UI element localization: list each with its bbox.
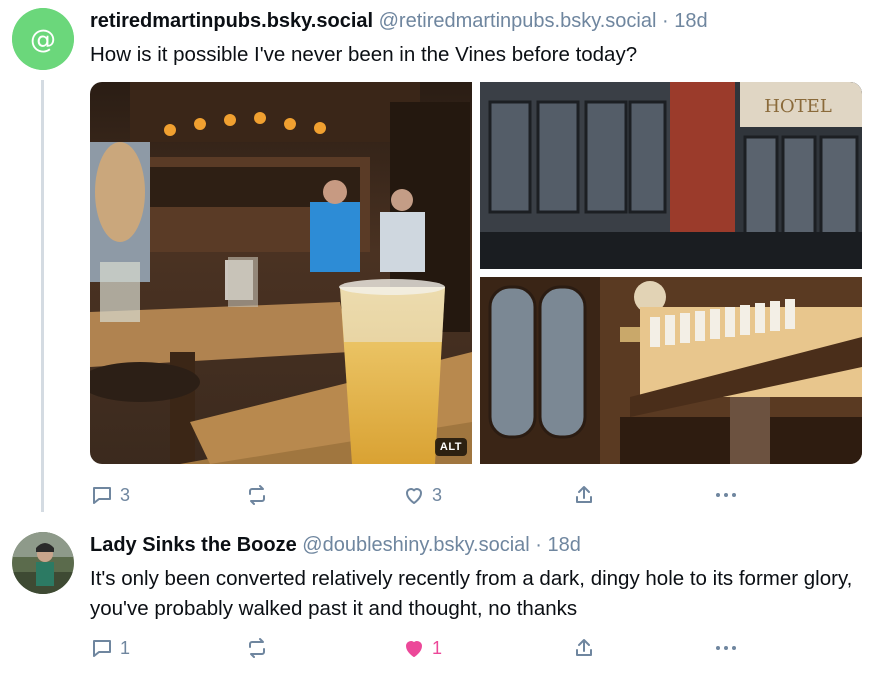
share-icon [576, 639, 592, 656]
at-sign-icon: @ [12, 8, 74, 70]
avatar-doubleshiny[interactable] [12, 532, 74, 594]
repost-icon [249, 638, 265, 658]
comment-icon [93, 640, 111, 657]
alt-badge[interactable]: ALT [434, 438, 467, 456]
post-1-actions: 3 3 [90, 480, 750, 510]
repost-button[interactable] [245, 633, 269, 663]
share-icon [576, 486, 592, 503]
share-button[interactable] [572, 633, 596, 663]
share-button[interactable] [572, 480, 596, 510]
reply-button[interactable]: 1 [90, 633, 130, 663]
ellipsis-icon [716, 493, 736, 497]
heart-icon [406, 641, 422, 657]
more-button[interactable] [712, 480, 740, 510]
repost-icon [249, 485, 265, 505]
post-text: It's only been converted relatively rece… [90, 567, 853, 620]
photo-pub-bar[interactable] [480, 277, 862, 464]
post-age[interactable]: 18d [548, 534, 581, 556]
svg-text:HOTEL: HOTEL [764, 96, 832, 117]
author-handle[interactable]: @doubleshiny.bsky.social [302, 534, 529, 556]
author-name[interactable]: retiredmartinpubs.bsky.social [90, 10, 373, 32]
thread-line [41, 80, 44, 512]
like-button[interactable]: 1 [402, 633, 442, 663]
like-count: 1 [432, 637, 443, 658]
reply-count: 3 [120, 484, 131, 505]
separator-dot: · [662, 10, 669, 32]
separator-dot: · [535, 534, 542, 556]
post-header: Lady Sinks the Booze @doubleshiny.bsky.s… [90, 532, 581, 558]
avatar-retiredmartinpubs[interactable]: @ [12, 8, 74, 70]
comment-icon [93, 487, 111, 504]
heart-icon [406, 488, 422, 504]
post-age[interactable]: 18d [674, 10, 707, 32]
photo-pub-exterior[interactable]: HOTEL [480, 82, 862, 269]
reply-button[interactable]: 3 [90, 480, 130, 510]
svg-text:@: @ [30, 25, 56, 55]
like-count: 3 [432, 484, 443, 505]
post-2[interactable]: Lady Sinks the Booze @doubleshiny.bsky.s… [0, 520, 883, 676]
reply-count: 1 [120, 637, 131, 658]
profile-photo [12, 532, 74, 594]
author-handle[interactable]: @retiredmartinpubs.bsky.social [379, 10, 657, 32]
ellipsis-icon [716, 646, 736, 650]
photo-pub-interior-beer[interactable] [90, 82, 472, 464]
post-header: retiredmartinpubs.bsky.social @retiredma… [90, 8, 708, 34]
more-button[interactable] [712, 633, 740, 663]
like-button[interactable]: 3 [402, 480, 442, 510]
image-gallery[interactable]: ALT HOTEL [90, 82, 862, 464]
post-2-actions: 1 1 [90, 633, 750, 663]
post-text: How is it possible I've never been in th… [90, 43, 638, 66]
post-1[interactable]: @ retiredmartinpubs.bsky.social @retired… [0, 0, 883, 520]
repost-button[interactable] [245, 480, 269, 510]
author-name[interactable]: Lady Sinks the Booze [90, 534, 297, 556]
